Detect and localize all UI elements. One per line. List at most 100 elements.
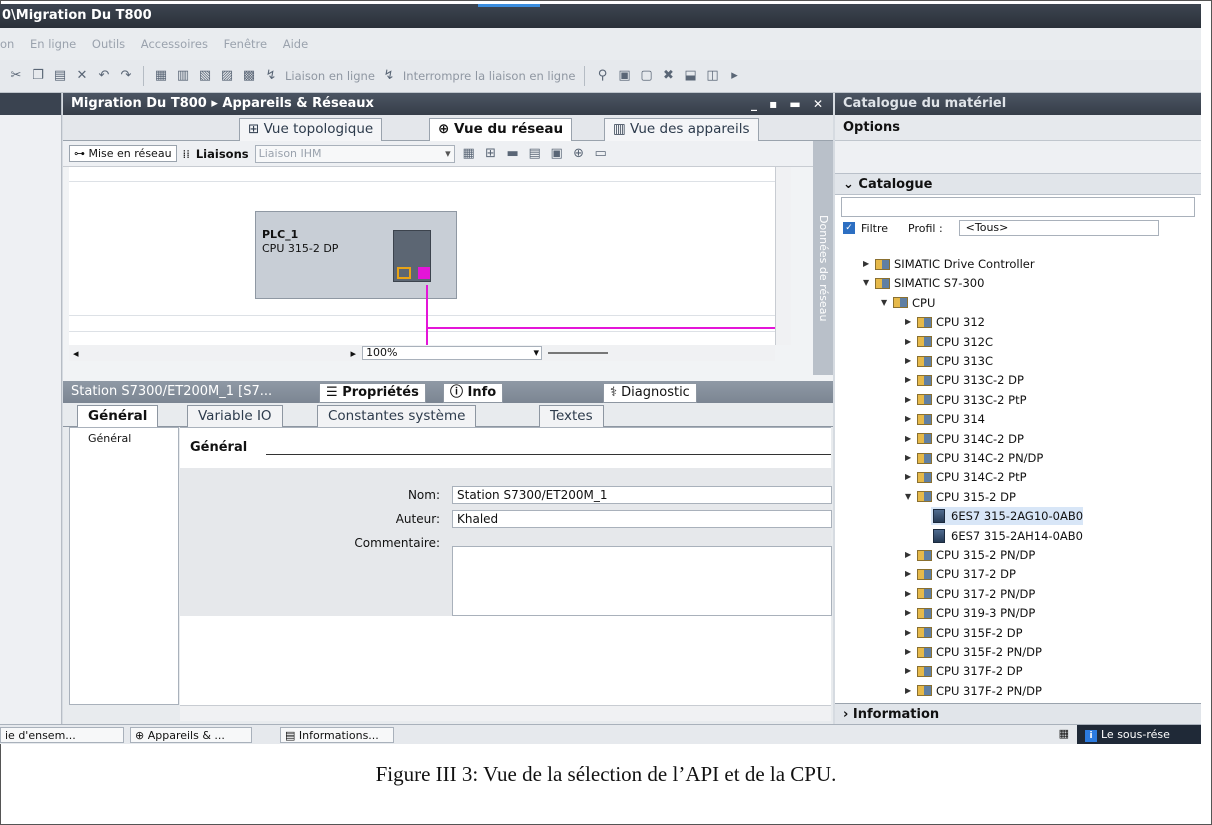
catalog-folder-item[interactable]: ▶ CPU 314C-2 PN/DP [905,449,1043,467]
catalog-folder-item[interactable]: ▶ CPU 314C-2 DP [905,430,1024,448]
catalog-folder-item[interactable]: ▶ SIMATIC Drive Controller [863,255,1035,273]
expand-right-icon[interactable]: ▶ [905,371,915,389]
expand-right-icon[interactable]: ▶ [905,682,915,700]
catalog-module-item[interactable]: 6ES7 315-2AG10-0AB0 [931,507,1084,526]
upload-icon[interactable]: ▧ [197,69,213,83]
nav-item-general[interactable]: Général [88,432,160,445]
inspector-horizontal-scrollbar[interactable] [180,705,831,721]
status-message[interactable]: i Le sous-rése [1077,725,1201,744]
more-icon[interactable]: ▸ [726,69,742,83]
highlight-icon[interactable]: ▬ [505,146,521,161]
screenshot-icon[interactable]: ▭ [593,146,609,161]
catalog-folder-item[interactable]: ▶ CPU 313C [905,352,993,370]
go-online-button[interactable]: Liaison en ligne [285,69,375,83]
expand-right-icon[interactable]: ▶ [905,391,915,409]
menu-item-project[interactable]: on [0,37,14,51]
zoom-in-icon[interactable]: ⊕ [571,146,587,161]
window-buttons[interactable]: _ ▪ ▬ ✕ [751,93,827,115]
catalog-folder-item[interactable]: ▼ CPU 315-2 DP [905,488,1016,506]
taskbar-devices-networks[interactable]: ⊕ Appareils & ... [130,727,252,743]
zoom-select[interactable]: 100% [362,346,543,360]
catalog-folder-item[interactable]: ▶ CPU 315-2 PN/DP [905,546,1035,564]
expand-right-icon[interactable]: ▶ [905,352,915,370]
expand-right-icon[interactable]: ▶ [905,430,915,448]
table-icon[interactable]: ▣ [549,146,565,161]
profile-select[interactable]: <Tous> [958,220,1159,236]
name-field[interactable]: Station S7300/ET200M_1 [452,486,832,504]
subtab-io-tags[interactable]: Variable IO [187,405,283,427]
catalog-search-input[interactable] [841,197,1195,217]
filter-checkbox[interactable]: ✓ [843,222,855,234]
network-button[interactable]: ⊶ Mise en réseau [69,145,177,162]
tab-device-view[interactable]: ▥ Vue des appareils [604,118,759,141]
expand-right-icon[interactable]: ▶ [863,255,873,273]
expand-right-icon[interactable]: ▶ [905,333,915,351]
subtab-system-constants[interactable]: Constantes système [317,405,477,427]
catalog-folder-item[interactable]: ▶ CPU 312 [905,313,985,331]
catalog-folder-item[interactable]: ▶ CPU 317F-2 DP [905,662,1023,680]
expand-right-icon[interactable]: ▶ [905,643,915,661]
menu-item-accessories[interactable]: Accessoires [141,37,208,51]
tab-diagnostic[interactable]: ⚕ Diagnostic [603,383,697,403]
tab-network-view[interactable]: ⊕ Vue du réseau [429,118,573,141]
catalog-folder-item[interactable]: ▶ CPU 317-2 DP [905,565,1016,583]
catalog-folder-item[interactable]: ▶ CPU 314C-2 PtP [905,468,1027,486]
address-icon[interactable]: ▦ [461,146,477,161]
catalog-folder-item[interactable]: ▶ CPU 319-3 PN/DP [905,604,1035,622]
menu-item-window[interactable]: Fenêtre [224,37,267,51]
expand-down-icon[interactable]: ▼ [863,274,873,292]
menu-item-online[interactable]: En ligne [30,37,76,51]
go-online-icon[interactable]: ↯ [263,69,279,83]
catalog-folder-item[interactable]: ▼ SIMATIC S7-300 [863,274,984,292]
catalog-folder-item[interactable]: ▼ CPU [881,294,935,312]
grid-icon[interactable]: ▤ [527,146,543,161]
catalog-folder-item[interactable]: ▶ CPU 314 [905,410,985,428]
plcsim-icon[interactable]: ▩ [241,69,257,83]
go-offline-icon[interactable]: ↯ [381,69,397,83]
mpi-port-icon[interactable] [397,267,411,279]
download-icon[interactable]: ▥ [175,69,191,83]
catalog-folder-item[interactable]: ▶ CPU 313C-2 DP [905,371,1024,389]
catalog-folder-item[interactable]: ▶ CPU 313C-2 PtP [905,391,1027,409]
undo-icon[interactable]: ↶ [96,69,112,83]
connection-type-select[interactable]: Liaison IHM [254,144,455,163]
information-section[interactable]: › Information [835,703,1201,724]
expand-right-icon[interactable]: ▶ [905,662,915,680]
catalog-folder-item[interactable]: ▶ CPU 312C [905,333,993,351]
comment-field[interactable] [452,546,832,616]
expand-right-icon[interactable]: ▶ [905,585,915,603]
canvas-horizontal-scrollbar[interactable]: ◂ ▸ 100% [69,345,775,361]
expand-right-icon[interactable]: ▶ [905,546,915,564]
tab-properties[interactable]: ☰ Propriétés [319,383,426,403]
connections-label[interactable]: Liaisons [196,147,249,161]
expand-right-icon[interactable]: ▶ [905,449,915,467]
network-overview-icon[interactable]: ⊞ [483,146,499,161]
zoom-slider[interactable] [548,352,609,354]
subtab-general[interactable]: Général [77,405,159,427]
delete-icon[interactable]: ✕ [74,69,90,83]
paste-icon[interactable]: ▤ [52,69,68,83]
status-panel-icon[interactable]: ▦ [1059,727,1069,740]
network-canvas[interactable]: PLC_1 CPU 315-2 DP [69,167,775,345]
split-horizontal-icon[interactable]: ⬓ [682,69,698,83]
taskbar-information[interactable]: ▤ Informations... [280,727,394,743]
expand-right-icon[interactable]: ▶ [905,624,915,642]
go-offline-button[interactable]: Interrompre la liaison en ligne [403,69,576,83]
network-data-side-tab[interactable]: Données de réseau [813,141,833,375]
expand-right-icon[interactable]: ▶ [905,604,915,622]
expand-right-icon[interactable]: ▶ [905,410,915,428]
start-cpu-icon[interactable]: ▣ [616,69,632,83]
stop-cpu-icon[interactable]: ▢ [638,69,654,83]
catalog-folder-item[interactable]: ▶ CPU 317F-2 PN/DP [905,682,1042,700]
expand-right-icon[interactable]: ▶ [905,313,915,331]
catalog-folder-item[interactable]: ▶ CPU 317-2 PN/DP [905,585,1035,603]
profibus-port-icon[interactable] [418,267,430,279]
catalog-folder-item[interactable]: ▶ CPU 315F-2 DP [905,624,1023,642]
scroll-right-icon[interactable]: ▸ [351,347,357,360]
author-field[interactable]: Khaled [452,510,832,528]
simulation-icon[interactable]: ▨ [219,69,235,83]
expand-right-icon[interactable]: ▶ [905,565,915,583]
catalog-section-header[interactable]: ⌄ Catalogue [835,173,1201,195]
subtab-texts[interactable]: Textes [539,405,604,427]
compile-icon[interactable]: ▦ [153,69,169,83]
